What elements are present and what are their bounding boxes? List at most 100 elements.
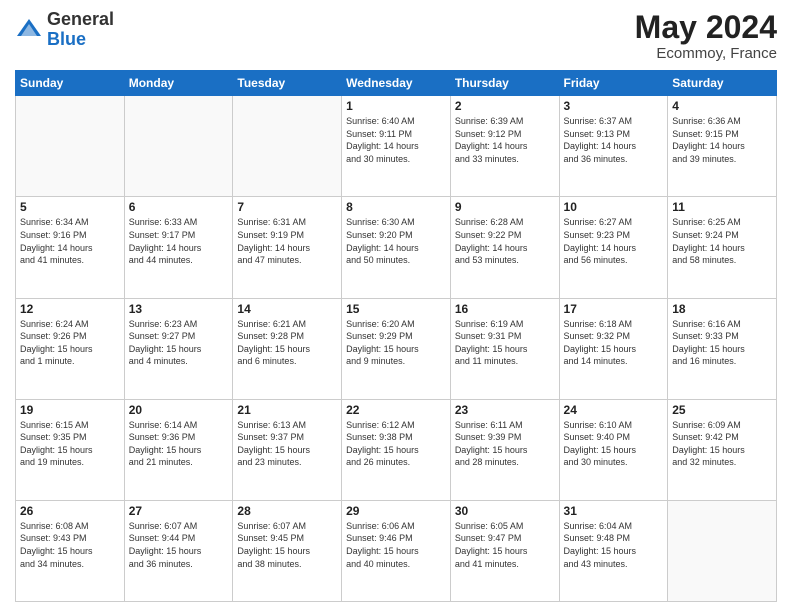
day-info: Sunrise: 6:24 AM Sunset: 9:26 PM Dayligh… — [20, 318, 120, 368]
day-cell — [233, 96, 342, 197]
day-cell: 11Sunrise: 6:25 AM Sunset: 9:24 PM Dayli… — [668, 197, 777, 298]
day-info: Sunrise: 6:09 AM Sunset: 9:42 PM Dayligh… — [672, 419, 772, 469]
day-cell: 27 Sunrise: 6:07 AM Sunset: 9:44 PM Dayli… — [124, 500, 233, 601]
day-number: 11 — [672, 200, 772, 214]
weekday-header-row: SundayMondayTuesdayWednesdayThursdayFrid… — [16, 71, 777, 96]
day-info: Sunrise: 6:40 AM Sunset: 9:11 PM Dayligh… — [346, 115, 446, 165]
day-info: Sunrise: 6:07 AM Sunset: 9:45 PM Dayligh… — [237, 520, 337, 570]
day-info: Sunrise: 6:15 AM Sunset: 9:35 PM Dayligh… — [20, 419, 120, 469]
day-number: 22 — [346, 403, 446, 417]
day-cell: 26Sunrise: 6:08 AM Sunset: 9:43 PM Dayli… — [16, 500, 125, 601]
day-number: 21 — [237, 403, 337, 417]
logo-icon — [15, 16, 43, 44]
day-number: 8 — [346, 200, 446, 214]
day-number: 24 — [564, 403, 664, 417]
weekday-header-sunday: Sunday — [16, 71, 125, 96]
header: General Blue May 2024 Ecommoy, France — [15, 10, 777, 62]
day-number: 25 — [672, 403, 772, 417]
day-cell — [16, 96, 125, 197]
day-cell: 25 Sunrise: 6:09 AM Sunset: 9:42 PM Dayli… — [668, 399, 777, 500]
day-info: Sunrise: 6:21 AM Sunset: 9:28 PM Dayligh… — [237, 318, 337, 368]
day-number: 28 — [237, 504, 337, 518]
weekday-header-monday: Monday — [124, 71, 233, 96]
week-row-2: 5Sunrise: 6:34 AM Sunset: 9:16 PM Daylig… — [16, 197, 777, 298]
day-number: 15 — [346, 302, 446, 316]
day-info: Sunrise: 6:18 AM Sunset: 9:32 PM Dayligh… — [564, 318, 664, 368]
day-number: 19 — [20, 403, 120, 417]
day-cell: 17 Sunrise: 6:18 AM Sunset: 9:32 PM Dayli… — [559, 298, 668, 399]
day-number: 9 — [455, 200, 555, 214]
day-cell: 28 Sunrise: 6:07 AM Sunset: 9:45 PM Dayli… — [233, 500, 342, 601]
week-row-1: 1 Sunrise: 6:40 AM Sunset: 9:11 PM Daylig… — [16, 96, 777, 197]
day-cell: 22 Sunrise: 6:12 AM Sunset: 9:38 PM Dayli… — [342, 399, 451, 500]
day-info: Sunrise: 6:27 AM Sunset: 9:23 PM Dayligh… — [564, 216, 664, 266]
day-number: 31 — [564, 504, 664, 518]
weekday-header-tuesday: Tuesday — [233, 71, 342, 96]
day-number: 12 — [20, 302, 120, 316]
day-cell: 16Sunrise: 6:19 AM Sunset: 9:31 PM Dayli… — [450, 298, 559, 399]
day-number: 6 — [129, 200, 229, 214]
day-info: Sunrise: 6:30 AM Sunset: 9:20 PM Dayligh… — [346, 216, 446, 266]
day-number: 4 — [672, 99, 772, 113]
day-info: Sunrise: 6:16 AM Sunset: 9:33 PM Dayligh… — [672, 318, 772, 368]
day-number: 3 — [564, 99, 664, 113]
day-info: Sunrise: 6:12 AM Sunset: 9:38 PM Dayligh… — [346, 419, 446, 469]
logo-text: General Blue — [47, 10, 114, 50]
day-cell: 24Sunrise: 6:10 AM Sunset: 9:40 PM Dayli… — [559, 399, 668, 500]
day-cell: 2Sunrise: 6:39 AM Sunset: 9:12 PM Daylig… — [450, 96, 559, 197]
week-row-5: 26Sunrise: 6:08 AM Sunset: 9:43 PM Dayli… — [16, 500, 777, 601]
day-info: Sunrise: 6:04 AM Sunset: 9:48 PM Dayligh… — [564, 520, 664, 570]
day-info: Sunrise: 6:07 AM Sunset: 9:44 PM Dayligh… — [129, 520, 229, 570]
day-number: 27 — [129, 504, 229, 518]
day-number: 17 — [564, 302, 664, 316]
day-cell — [668, 500, 777, 601]
week-row-4: 19 Sunrise: 6:15 AM Sunset: 9:35 PM Dayli… — [16, 399, 777, 500]
day-info: Sunrise: 6:37 AM Sunset: 9:13 PM Dayligh… — [564, 115, 664, 165]
location: Ecommoy, France — [635, 45, 777, 62]
day-info: Sunrise: 6:28 AM Sunset: 9:22 PM Dayligh… — [455, 216, 555, 266]
day-info: Sunrise: 6:08 AM Sunset: 9:43 PM Dayligh… — [20, 520, 120, 570]
day-cell: 5Sunrise: 6:34 AM Sunset: 9:16 PM Daylig… — [16, 197, 125, 298]
day-number: 23 — [455, 403, 555, 417]
day-info: Sunrise: 6:05 AM Sunset: 9:47 PM Dayligh… — [455, 520, 555, 570]
month-year: May 2024 — [635, 10, 777, 45]
day-number: 1 — [346, 99, 446, 113]
day-info: Sunrise: 6:19 AM Sunset: 9:31 PM Dayligh… — [455, 318, 555, 368]
day-info: Sunrise: 6:36 AM Sunset: 9:15 PM Dayligh… — [672, 115, 772, 165]
logo-blue-text: Blue — [47, 29, 86, 49]
day-cell: 1 Sunrise: 6:40 AM Sunset: 9:11 PM Daylig… — [342, 96, 451, 197]
day-number: 20 — [129, 403, 229, 417]
day-cell: 29Sunrise: 6:06 AM Sunset: 9:46 PM Dayli… — [342, 500, 451, 601]
calendar-table: SundayMondayTuesdayWednesdayThursdayFrid… — [15, 70, 777, 602]
day-info: Sunrise: 6:14 AM Sunset: 9:36 PM Dayligh… — [129, 419, 229, 469]
day-cell: 15 Sunrise: 6:20 AM Sunset: 9:29 PM Dayli… — [342, 298, 451, 399]
day-cell: 4 Sunrise: 6:36 AM Sunset: 9:15 PM Daylig… — [668, 96, 777, 197]
weekday-header-saturday: Saturday — [668, 71, 777, 96]
weekday-header-friday: Friday — [559, 71, 668, 96]
day-cell: 31 Sunrise: 6:04 AM Sunset: 9:48 PM Dayli… — [559, 500, 668, 601]
day-number: 5 — [20, 200, 120, 214]
day-cell: 21Sunrise: 6:13 AM Sunset: 9:37 PM Dayli… — [233, 399, 342, 500]
day-cell: 13Sunrise: 6:23 AM Sunset: 9:27 PM Dayli… — [124, 298, 233, 399]
day-number: 18 — [672, 302, 772, 316]
logo-general-text: General — [47, 9, 114, 29]
page: General Blue May 2024 Ecommoy, France Su… — [0, 0, 792, 612]
day-cell: 8 Sunrise: 6:30 AM Sunset: 9:20 PM Daylig… — [342, 197, 451, 298]
day-cell: 23Sunrise: 6:11 AM Sunset: 9:39 PM Dayli… — [450, 399, 559, 500]
day-cell: 7Sunrise: 6:31 AM Sunset: 9:19 PM Daylig… — [233, 197, 342, 298]
day-number: 2 — [455, 99, 555, 113]
day-cell: 6 Sunrise: 6:33 AM Sunset: 9:17 PM Daylig… — [124, 197, 233, 298]
week-row-3: 12 Sunrise: 6:24 AM Sunset: 9:26 PM Dayli… — [16, 298, 777, 399]
day-info: Sunrise: 6:33 AM Sunset: 9:17 PM Dayligh… — [129, 216, 229, 266]
day-cell: 18 Sunrise: 6:16 AM Sunset: 9:33 PM Dayli… — [668, 298, 777, 399]
logo: General Blue — [15, 10, 114, 50]
weekday-header-wednesday: Wednesday — [342, 71, 451, 96]
day-cell — [124, 96, 233, 197]
day-cell: 30Sunrise: 6:05 AM Sunset: 9:47 PM Dayli… — [450, 500, 559, 601]
day-info: Sunrise: 6:06 AM Sunset: 9:46 PM Dayligh… — [346, 520, 446, 570]
day-number: 13 — [129, 302, 229, 316]
day-number: 10 — [564, 200, 664, 214]
title-block: May 2024 Ecommoy, France — [635, 10, 777, 62]
day-cell: 3 Sunrise: 6:37 AM Sunset: 9:13 PM Daylig… — [559, 96, 668, 197]
day-info: Sunrise: 6:20 AM Sunset: 9:29 PM Dayligh… — [346, 318, 446, 368]
